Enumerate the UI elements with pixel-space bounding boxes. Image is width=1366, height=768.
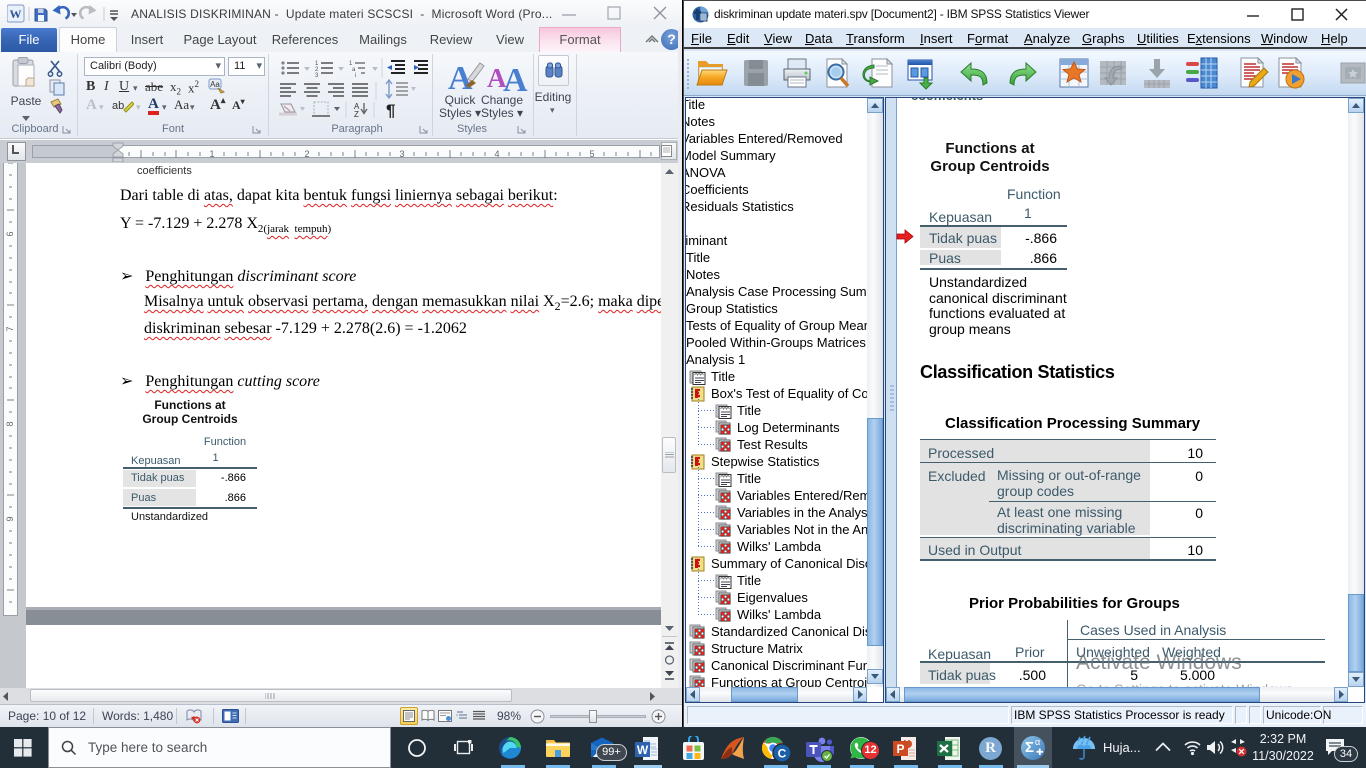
- svg-text:1: 1: [209, 149, 214, 159]
- svg-text:8: 8: [5, 421, 15, 426]
- svg-text:4: 4: [494, 149, 499, 159]
- svg-text:P: P: [896, 742, 904, 756]
- svg-text:9: 9: [5, 516, 15, 521]
- svg-text:5: 5: [589, 149, 594, 159]
- svg-text:W: W: [637, 743, 649, 757]
- svg-text:2: 2: [304, 149, 309, 159]
- svg-text:3: 3: [399, 149, 404, 159]
- svg-text:i: i: [355, 73, 356, 79]
- svg-text:3: 3: [315, 73, 319, 79]
- svg-text:C: C: [778, 747, 787, 761]
- svg-text:6: 6: [5, 231, 15, 236]
- svg-text:W: W: [10, 7, 22, 21]
- svg-text:Z: Z: [354, 110, 359, 118]
- svg-text:ab: ab: [112, 100, 124, 112]
- svg-text:¶: ¶: [386, 101, 395, 118]
- svg-text:A: A: [503, 62, 528, 95]
- svg-text:7: 7: [5, 326, 15, 331]
- svg-text:Aa: Aa: [210, 80, 220, 89]
